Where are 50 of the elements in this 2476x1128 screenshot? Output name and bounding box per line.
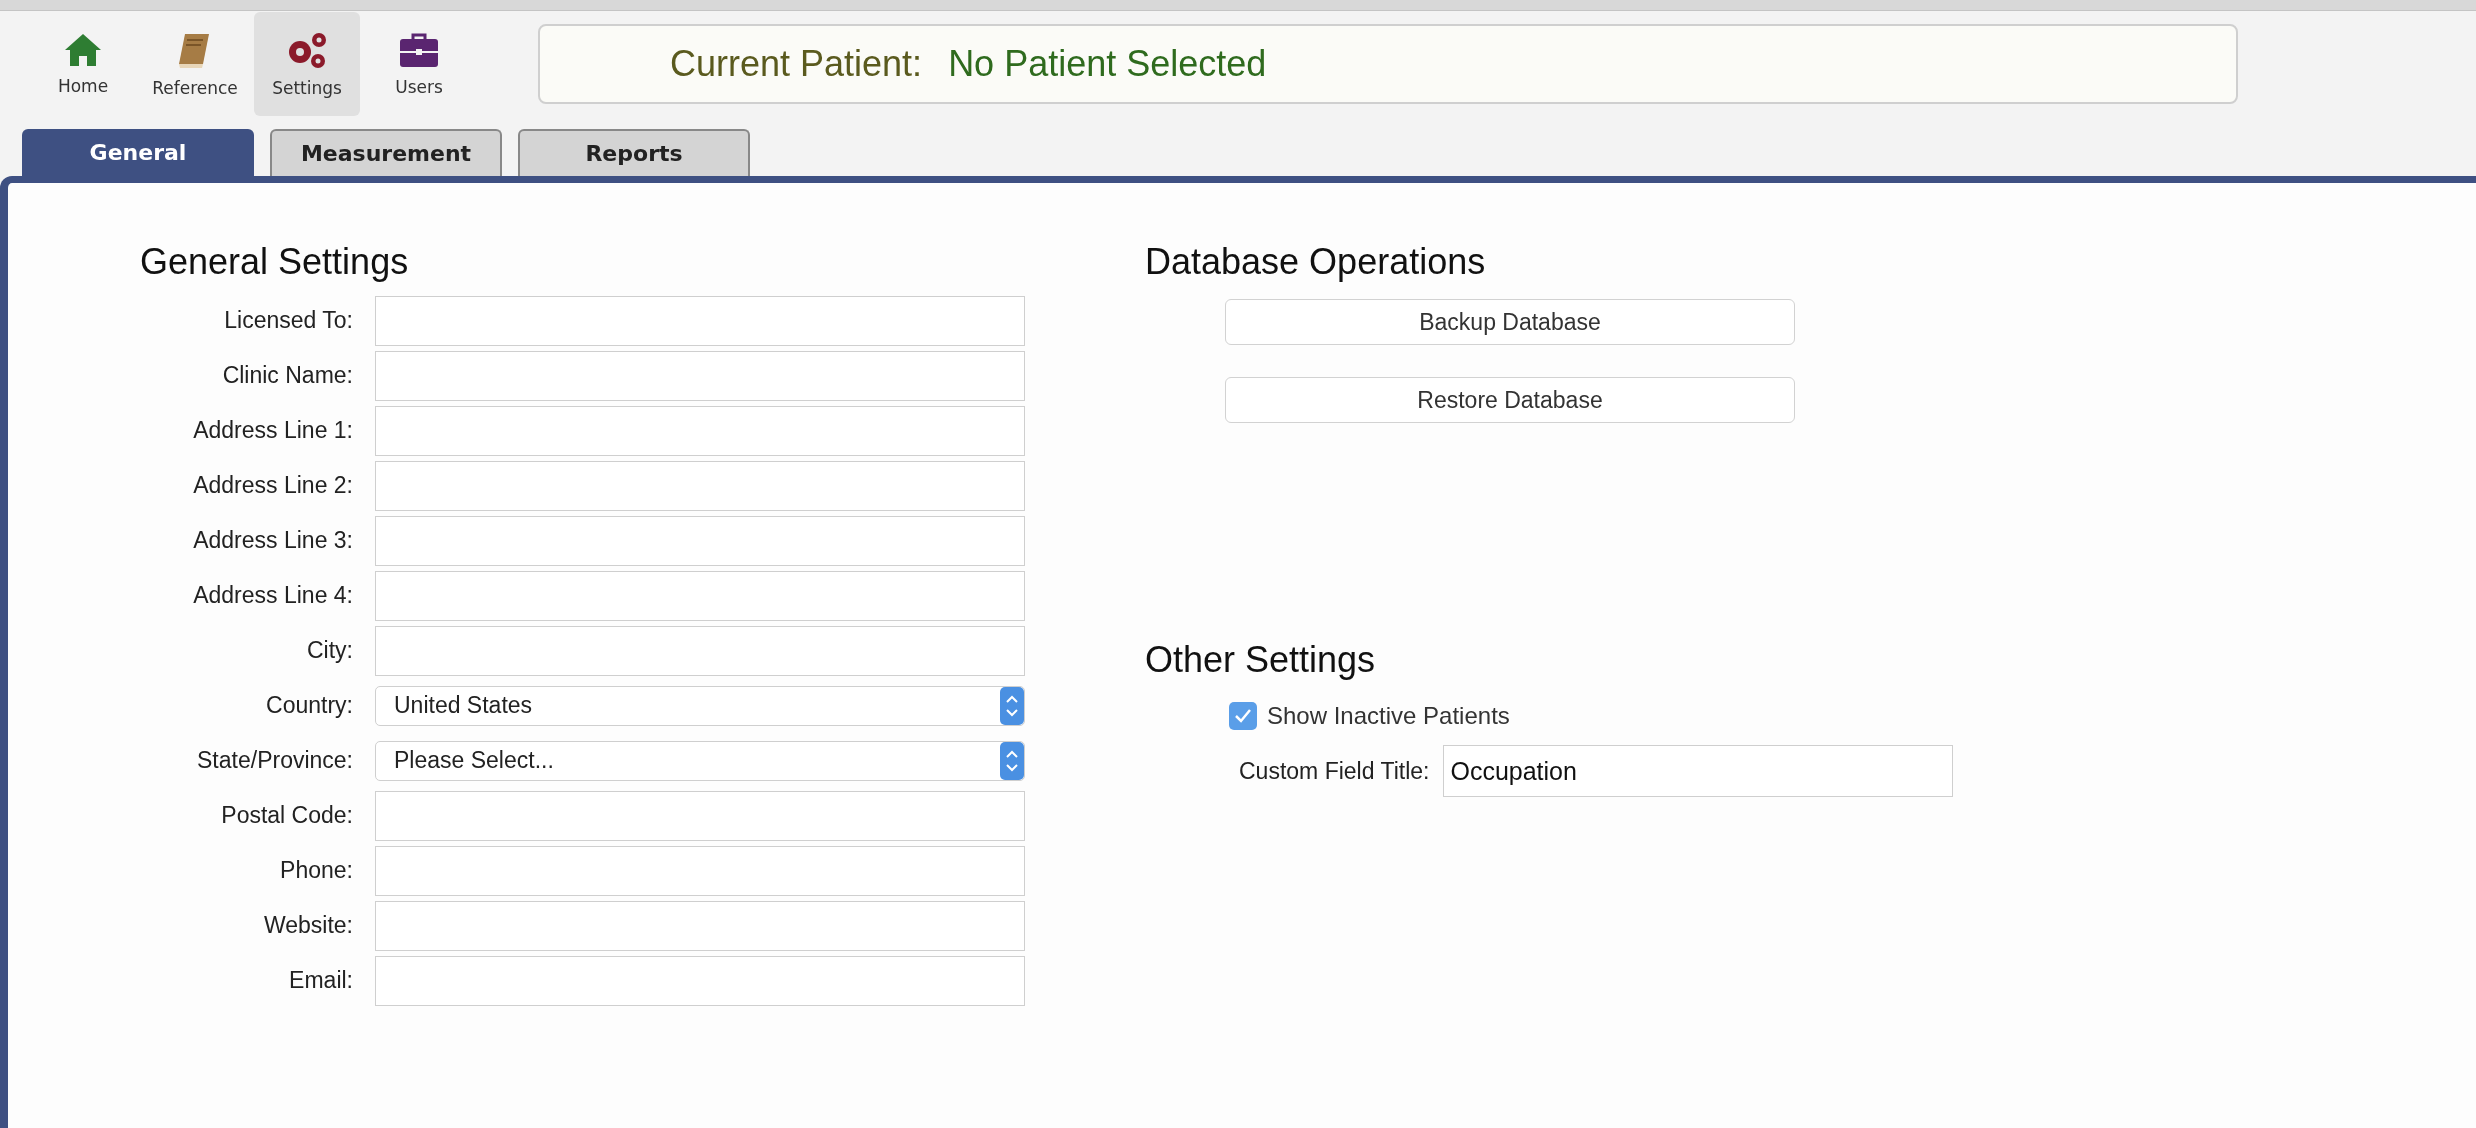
input-field[interactable] (375, 405, 1025, 456)
field-label: Custom Field Title: (1239, 757, 1430, 785)
input-field[interactable] (375, 460, 1025, 511)
field-label: Postal Code: (220, 802, 354, 829)
field-label: Address Line 4: (192, 582, 354, 609)
select-field[interactable]: United States (375, 685, 1025, 726)
field-label: City: (306, 637, 354, 664)
database-button[interactable]: Backup Database (1225, 299, 1795, 345)
input-field[interactable] (375, 955, 1025, 1006)
field-label: State/Province: (196, 747, 354, 774)
checkbox-label: Show Inactive Patients (1267, 702, 1510, 730)
checkmark-icon (1234, 708, 1252, 724)
field-label: Phone: (279, 857, 354, 884)
tab[interactable]: Measurement (270, 129, 502, 176)
input-field[interactable]: Occupation (1443, 745, 1954, 797)
checkbox[interactable] (1229, 702, 1257, 730)
field-label: Website: (262, 912, 354, 939)
field-label: Address Line 2: (192, 472, 354, 499)
database-button[interactable]: Restore Database (1225, 377, 1795, 423)
field-label: Licensed To: (223, 307, 354, 334)
stepper-icon (1000, 686, 1024, 725)
field-label: Country: (265, 692, 354, 719)
input-field[interactable] (375, 350, 1025, 401)
tab[interactable]: Reports (518, 129, 750, 176)
input-field[interactable] (375, 515, 1025, 566)
toolbar-button[interactable]: Users (366, 11, 472, 116)
input-field[interactable] (375, 295, 1025, 346)
input-field[interactable] (375, 845, 1025, 896)
current-patient-label: Current Patient: (670, 42, 923, 85)
select-field[interactable]: Please Select... (375, 740, 1025, 781)
field-label: Address Line 1: (192, 417, 354, 444)
field-label: Clinic Name: (221, 362, 354, 389)
toolbar-button[interactable]: Settings (254, 11, 360, 116)
field-label: Email: (288, 967, 354, 994)
select-value: United States (394, 692, 533, 719)
input-field[interactable] (375, 625, 1025, 676)
field-label: Address Line 3: (192, 527, 354, 554)
toolbar-button[interactable]: Reference (142, 11, 248, 116)
input-field[interactable] (375, 790, 1025, 841)
input-field[interactable] (375, 900, 1025, 951)
stepper-icon (1000, 741, 1024, 780)
toolbar-button[interactable]: Home (30, 11, 136, 116)
input-field[interactable] (375, 570, 1025, 621)
current-patient-value: No Patient Selected (948, 42, 1267, 85)
house-icon (63, 31, 103, 68)
section-heading: General Settings (140, 241, 410, 283)
select-value: Please Select... (394, 747, 554, 774)
section-heading: Database Operations (1145, 241, 1487, 283)
tab[interactable]: General (22, 129, 254, 176)
section-heading: Other Settings (1145, 639, 1377, 681)
